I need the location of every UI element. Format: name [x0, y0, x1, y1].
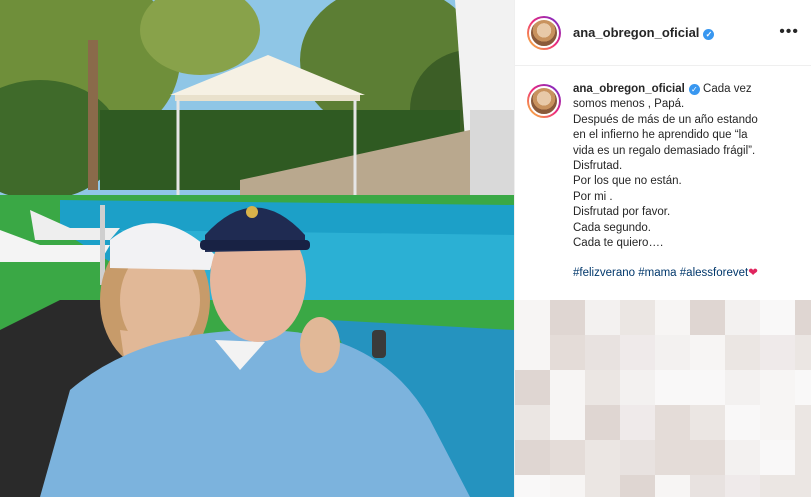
blur-tile	[655, 440, 690, 475]
instagram-post: ana_obregon_oficial ✓ ••• ana_obregon_ofi…	[0, 0, 811, 497]
blur-tile	[620, 300, 655, 335]
caption-line: Por los que no están.	[573, 175, 682, 188]
caption-author-avatar[interactable]	[527, 84, 561, 118]
blur-tile	[690, 335, 725, 370]
blur-tile	[620, 335, 655, 370]
blur-tile	[760, 335, 795, 370]
more-options-icon[interactable]: •••	[779, 24, 799, 40]
author-avatar[interactable]	[527, 15, 561, 50]
blur-tile	[725, 335, 760, 370]
blur-tile	[550, 370, 585, 405]
blur-tile	[550, 405, 585, 440]
blur-tile	[620, 405, 655, 440]
post-caption: ana_obregon_oficial ✓ Cada vez somos meno…	[515, 66, 811, 282]
blur-tile	[760, 475, 795, 497]
blur-tile	[795, 475, 811, 497]
blur-tile	[585, 335, 620, 370]
blur-tile	[725, 300, 760, 335]
blur-tile	[585, 300, 620, 335]
caption-line: Cada te quiero….	[573, 237, 664, 250]
blur-tile	[515, 370, 550, 405]
caption-first-line: Cada vez	[703, 83, 752, 95]
blur-tile	[690, 440, 725, 475]
post-header: ana_obregon_oficial ✓ •••	[515, 0, 811, 66]
blur-tile	[515, 335, 550, 370]
blur-tile	[585, 370, 620, 405]
hashtag-link[interactable]: #mama	[638, 267, 676, 279]
caption-line: Por mi .	[573, 190, 613, 203]
caption-line: somos menos , Papá.	[573, 98, 685, 111]
blur-tile	[795, 405, 811, 440]
blur-tile	[760, 370, 795, 405]
blur-tile	[620, 440, 655, 475]
blur-tile	[655, 405, 690, 440]
blur-tile	[655, 335, 690, 370]
caption-line: Disfrutad por favor.	[573, 206, 671, 219]
blur-tile	[725, 475, 760, 497]
blur-tile	[760, 300, 795, 335]
heart-emoji-icon: ❤	[748, 267, 758, 280]
blur-tile	[550, 300, 585, 335]
blur-tile	[550, 475, 585, 497]
caption-author-username[interactable]: ana_obregon_oficial	[573, 83, 685, 95]
blur-tile	[585, 475, 620, 497]
blur-tile	[655, 300, 690, 335]
blur-tile	[515, 475, 550, 497]
blur-tile	[585, 440, 620, 475]
blur-tile	[515, 405, 550, 440]
blur-tile	[760, 440, 795, 475]
blur-tile	[690, 475, 725, 497]
caption-text: ana_obregon_oficial ✓ Cada vez somos meno…	[573, 82, 793, 282]
blur-tile	[690, 370, 725, 405]
blur-tile	[725, 440, 760, 475]
author-username[interactable]: ana_obregon_oficial ✓	[573, 25, 715, 40]
blur-tile	[515, 300, 550, 335]
hashtag-link[interactable]: #alessforevet	[680, 267, 748, 279]
caption-line: vida es un regalo demasiado frágil”.	[573, 144, 756, 157]
hashtag-link[interactable]: #felizverano	[573, 267, 635, 279]
caption-line: Disfrutad.	[573, 160, 623, 173]
blur-tile	[550, 440, 585, 475]
blur-tile	[690, 300, 725, 335]
photo-illustration	[0, 0, 514, 497]
blur-tile	[725, 405, 760, 440]
verified-badge-icon: ✓	[703, 29, 715, 40]
caption-verified-badge-icon: ✓	[688, 84, 700, 95]
blur-tile	[585, 405, 620, 440]
post-side-panel: ana_obregon_oficial ✓ ••• ana_obregon_ofi…	[514, 0, 811, 497]
blurred-comments-area	[515, 300, 811, 497]
blur-tile	[515, 440, 550, 475]
post-photo[interactable]	[0, 0, 514, 497]
blur-tile	[795, 335, 811, 370]
blur-tile	[795, 300, 811, 335]
blur-tile	[725, 370, 760, 405]
caption-line: Después de más de un año estando	[573, 113, 758, 126]
blur-tile	[690, 405, 725, 440]
blur-tile	[655, 370, 690, 405]
blur-tile	[795, 370, 811, 405]
caption-hashtags: #felizverano #mama #alessforevet❤	[573, 266, 793, 281]
blur-tile	[795, 440, 811, 475]
blur-tile	[655, 475, 690, 497]
caption-line: en el infierno he aprendido que “la	[573, 129, 748, 142]
blur-tile	[620, 370, 655, 405]
blur-tile	[760, 405, 795, 440]
blur-tile	[620, 475, 655, 497]
caption-line: Cada segundo.	[573, 221, 652, 234]
blur-tile	[550, 335, 585, 370]
